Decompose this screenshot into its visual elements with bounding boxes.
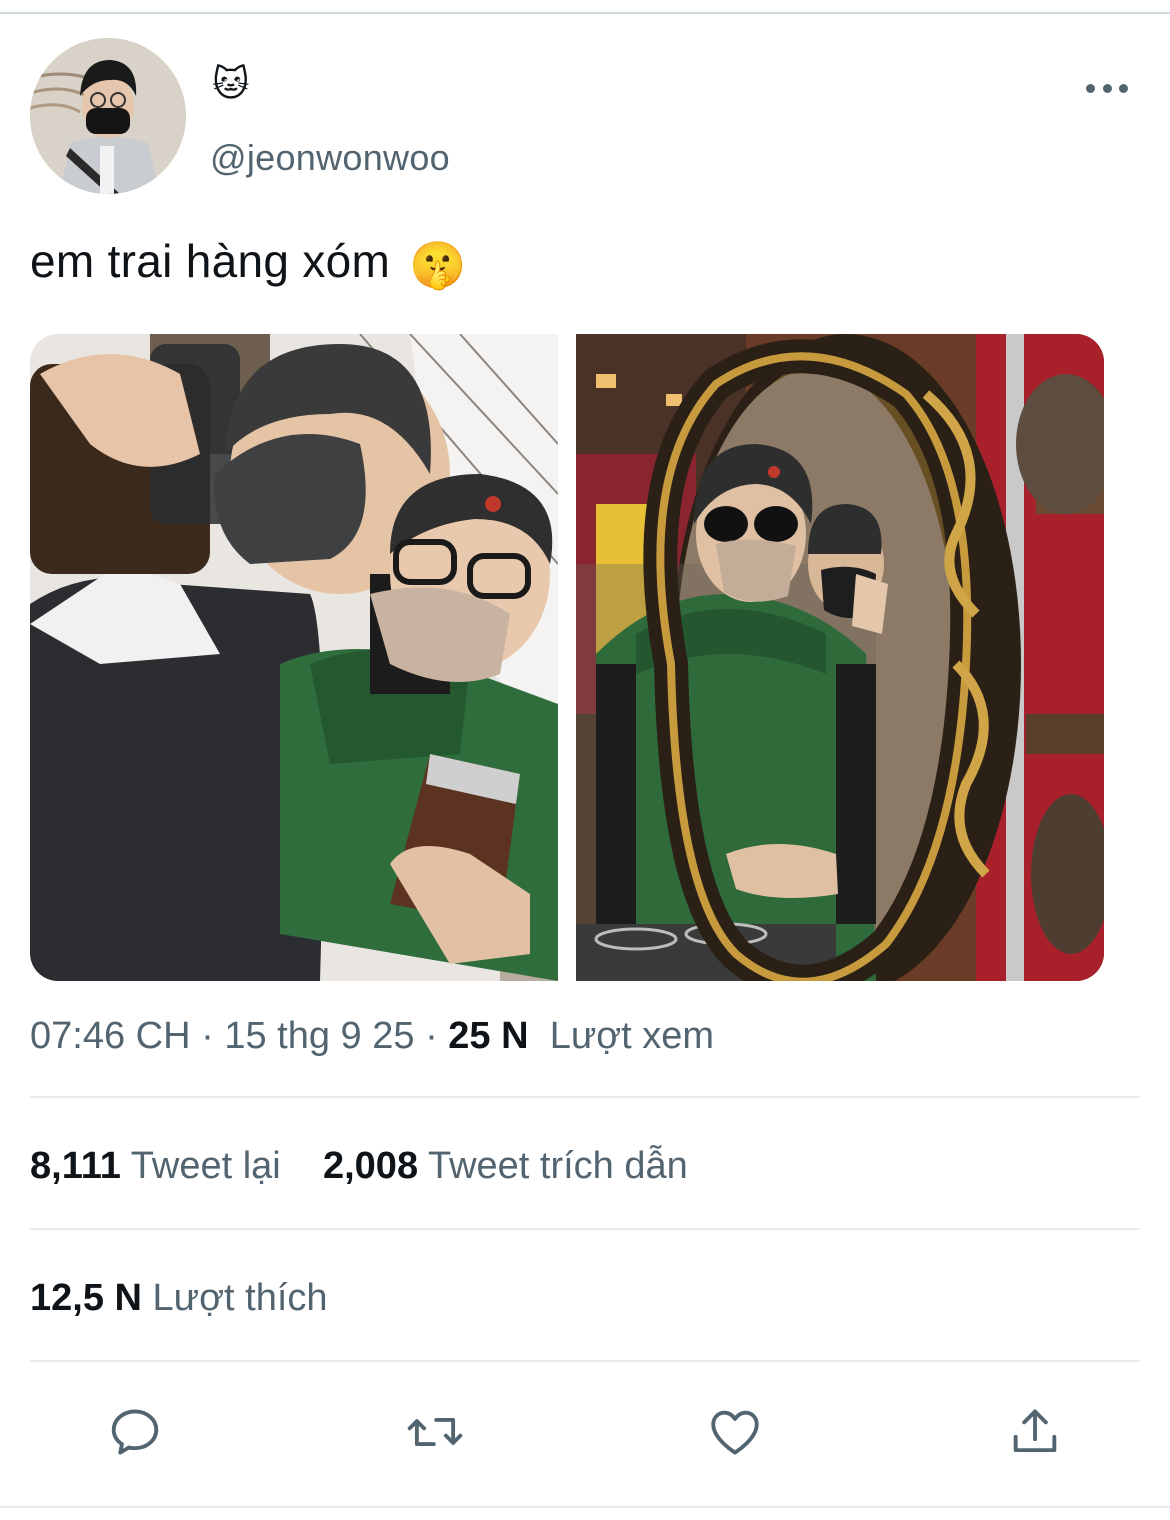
likes-label: Lượt thích [152, 1277, 328, 1319]
share-button[interactable] [1003, 1400, 1067, 1464]
tweet-body: em trai hàng xóm [30, 235, 391, 287]
reply-button[interactable] [103, 1400, 167, 1464]
retweet-button[interactable] [403, 1400, 467, 1464]
retweet-icon [407, 1417, 463, 1447]
meta-separator: · [425, 1015, 438, 1057]
quotes-count: 2,008 [322, 1145, 419, 1187]
photo-selfie-image [30, 334, 558, 981]
tweet-photo-1[interactable] [30, 334, 558, 981]
quotes-label: Tweet trích dẫn [427, 1145, 688, 1187]
like-button[interactable] [703, 1400, 767, 1464]
retweets-label: Tweet lại [130, 1145, 281, 1187]
tweet-time[interactable]: 07:46 CH [30, 1015, 191, 1057]
avatar[interactable] [30, 38, 186, 194]
retweets-stat[interactable]: 8,111 Tweet lại [30, 1142, 281, 1190]
meta-separator: · [201, 1015, 214, 1057]
quotes-stat[interactable]: 2,008 Tweet trích dẫn [323, 1142, 688, 1190]
divider [30, 1096, 1140, 1098]
divider [30, 1228, 1140, 1230]
tweet-media [30, 334, 1104, 981]
likes-count: 12,5 N [30, 1277, 142, 1319]
share-icon [1013, 1409, 1057, 1453]
reply-icon [111, 1409, 159, 1455]
bottom-divider [0, 1506, 1170, 1508]
photo-mirror-image [576, 334, 1104, 981]
views-count: 25 N [448, 1015, 529, 1057]
retweets-count: 8,111 [30, 1145, 121, 1187]
display-name[interactable]: 🐱 [212, 62, 250, 106]
avatar-image [30, 38, 186, 194]
divider [30, 1360, 1140, 1362]
more-dot [1102, 83, 1112, 93]
likes-stat[interactable]: 12,5 N Lượt thích [30, 1274, 328, 1322]
tweet-meta: 07:46 CH · 15 thg 9 25 · 25 N Lượt xem [30, 1012, 714, 1060]
top-divider [0, 12, 1170, 14]
action-bar [0, 1400, 1170, 1470]
like-icon [711, 1410, 759, 1455]
more-dot [1119, 83, 1128, 93]
more-options-icon[interactable] [1086, 80, 1128, 96]
tweet-date[interactable]: 15 thg 9 25 [224, 1015, 414, 1057]
shushing-face-emoji: 🤫 [409, 238, 467, 291]
more-dot [1086, 83, 1095, 93]
views-label: Lượt xem [549, 1015, 715, 1057]
tweet-text: em trai hàng xóm 🤫 [30, 232, 467, 294]
likes-stats: 12,5 N Lượt thích [30, 1274, 328, 1322]
engagement-stats: 8,111 Tweet lại 2,008 Tweet trích dẫn [30, 1142, 688, 1190]
tweet-photo-2[interactable] [576, 334, 1104, 981]
user-handle[interactable]: @jeonwonwoo [210, 136, 450, 180]
